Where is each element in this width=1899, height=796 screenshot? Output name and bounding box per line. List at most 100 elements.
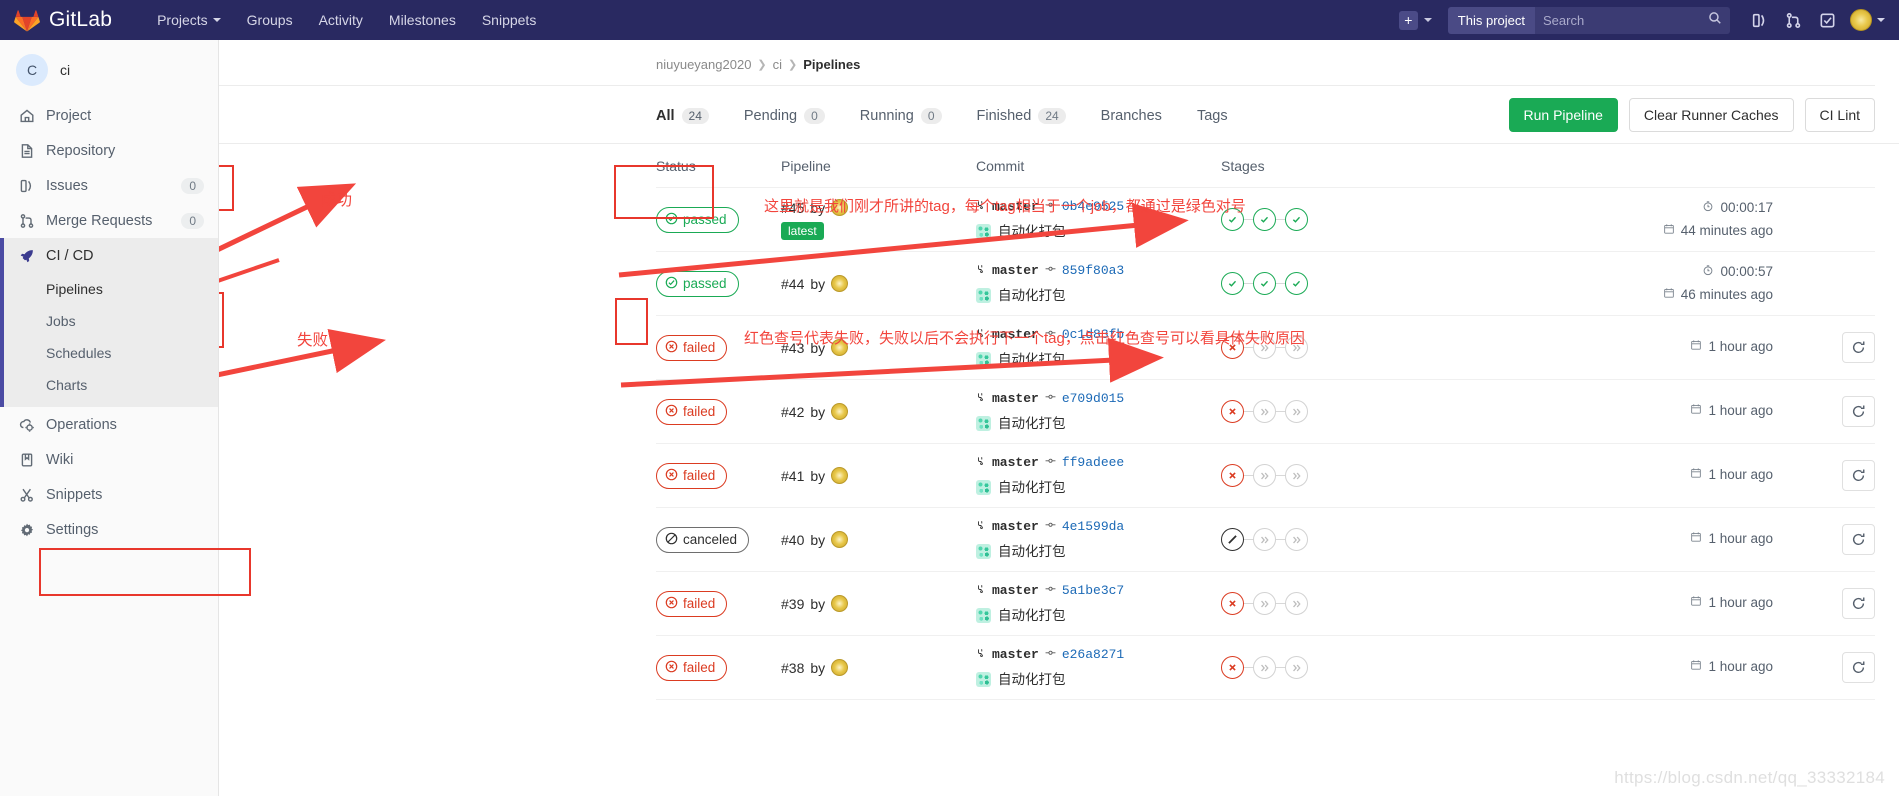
table-row[interactable]: failed #43 by master 0c1d83fb 自动化打包 1 ho… bbox=[656, 316, 1875, 380]
stage-icon-skip[interactable] bbox=[1285, 464, 1308, 487]
table-row[interactable]: canceled #40 by master 4e1599da 自动化打包 1 … bbox=[656, 508, 1875, 572]
sidebar-item-charts[interactable]: Charts bbox=[0, 369, 218, 401]
tab-tags[interactable]: Tags bbox=[1197, 90, 1244, 140]
avatar[interactable] bbox=[831, 531, 849, 548]
commit-message[interactable]: 自动化打包 bbox=[998, 284, 1066, 308]
status-badge[interactable]: failed bbox=[656, 590, 728, 617]
commit-sha[interactable]: e709d015 bbox=[1062, 388, 1124, 411]
stage-icon-ok[interactable] bbox=[1285, 208, 1308, 231]
commit-sha[interactable]: 859f80a3 bbox=[1062, 260, 1124, 283]
avatar[interactable] bbox=[831, 403, 849, 420]
table-row[interactable]: failed #41 by master ff9adeee 自动化打包 1 ho… bbox=[656, 444, 1875, 508]
sidebar-item-repository[interactable]: Repository bbox=[0, 133, 218, 168]
retry-button[interactable] bbox=[1842, 332, 1875, 363]
branch-name[interactable]: master bbox=[992, 388, 1039, 411]
tab-running[interactable]: Running 0 bbox=[860, 90, 958, 140]
retry-button[interactable] bbox=[1842, 524, 1875, 555]
status-badge[interactable]: passed bbox=[656, 206, 739, 233]
retry-button[interactable] bbox=[1842, 396, 1875, 427]
stage-icon-skip[interactable] bbox=[1285, 400, 1308, 423]
avatar[interactable] bbox=[831, 659, 849, 676]
pipeline-id[interactable]: #44 bbox=[781, 276, 804, 292]
commit-sha[interactable]: 5a1be3c7 bbox=[1062, 580, 1124, 603]
nav-todos-icon[interactable] bbox=[1812, 5, 1842, 35]
avatar[interactable] bbox=[976, 479, 991, 495]
search-box[interactable] bbox=[1535, 6, 1730, 34]
table-row[interactable]: failed #38 by master e26a8271 自动化打包 1 ho… bbox=[656, 636, 1875, 700]
table-row[interactable]: passed #44 by master 859f80a3 自动化打包 00:0… bbox=[656, 252, 1875, 316]
nav-link-activity[interactable]: Activity bbox=[306, 3, 376, 37]
new-item-button[interactable]: + bbox=[1391, 10, 1440, 30]
stage-icon-skip[interactable] bbox=[1253, 656, 1276, 679]
commit-message[interactable]: 自动化打包 bbox=[998, 412, 1066, 436]
sidebar-project-header[interactable]: C ci bbox=[0, 40, 218, 98]
commit-message[interactable]: 自动化打包 bbox=[998, 476, 1066, 500]
sidebar-item-operations[interactable]: Operations bbox=[0, 407, 218, 442]
user-menu-button[interactable] bbox=[1846, 5, 1885, 35]
commit-message[interactable]: 自动化打包 bbox=[998, 220, 1066, 244]
nav-merge-requests-icon[interactable] bbox=[1778, 5, 1808, 35]
breadcrumb-owner[interactable]: niuyueyang2020 bbox=[656, 57, 751, 72]
stage-icon-bad[interactable] bbox=[1221, 464, 1244, 487]
avatar[interactable] bbox=[976, 287, 991, 303]
avatar[interactable] bbox=[831, 467, 849, 484]
avatar[interactable] bbox=[976, 415, 991, 431]
pipeline-id[interactable]: #42 bbox=[781, 404, 804, 420]
stage-icon-ok[interactable] bbox=[1253, 208, 1276, 231]
sidebar-item-snippets[interactable]: Snippets bbox=[0, 477, 218, 512]
stage-icon-bad[interactable] bbox=[1221, 400, 1244, 423]
commit-sha[interactable]: ff9adeee bbox=[1062, 452, 1124, 475]
sidebar-item-settings[interactable]: Settings bbox=[0, 512, 218, 547]
sidebar-item-ci-cd[interactable]: CI / CD bbox=[0, 238, 218, 273]
stage-icon-skip[interactable] bbox=[1253, 528, 1276, 551]
stage-icon-skip[interactable] bbox=[1285, 528, 1308, 551]
stage-icon-ok[interactable] bbox=[1253, 272, 1276, 295]
nav-link-projects[interactable]: Projects bbox=[144, 3, 234, 37]
status-badge[interactable]: failed bbox=[656, 334, 728, 361]
branch-name[interactable]: master bbox=[992, 452, 1039, 475]
pipeline-id[interactable]: #40 bbox=[781, 532, 804, 548]
breadcrumb-project[interactable]: ci bbox=[773, 57, 782, 72]
commit-message[interactable]: 自动化打包 bbox=[998, 604, 1066, 628]
commit-sha[interactable]: e26a8271 bbox=[1062, 644, 1124, 667]
avatar[interactable] bbox=[831, 275, 849, 292]
sidebar-item-wiki[interactable]: Wiki bbox=[0, 442, 218, 477]
avatar[interactable] bbox=[976, 543, 991, 559]
status-badge[interactable]: failed bbox=[656, 462, 728, 489]
stage-icon-skip[interactable] bbox=[1285, 656, 1308, 679]
stage-icon-skip[interactable] bbox=[1253, 592, 1276, 615]
stage-icon-skip[interactable] bbox=[1253, 400, 1276, 423]
stage-icon-bad[interactable] bbox=[1221, 592, 1244, 615]
commit-sha[interactable]: 4e1599da bbox=[1062, 516, 1124, 539]
branch-name[interactable]: master bbox=[992, 644, 1039, 667]
nav-link-groups[interactable]: Groups bbox=[234, 3, 306, 37]
stage-icon-cancel[interactable] bbox=[1221, 528, 1244, 551]
sidebar-item-merge-requests[interactable]: Merge Requests 0 bbox=[0, 203, 218, 238]
table-row[interactable]: failed #39 by master 5a1be3c7 自动化打包 1 ho… bbox=[656, 572, 1875, 636]
stage-icon-skip[interactable] bbox=[1253, 464, 1276, 487]
status-badge[interactable]: passed bbox=[656, 270, 739, 297]
run-pipeline-button[interactable]: Run Pipeline bbox=[1508, 97, 1618, 132]
status-badge[interactable]: canceled bbox=[656, 526, 750, 553]
sidebar-item-jobs[interactable]: Jobs bbox=[0, 305, 218, 337]
tab-all[interactable]: All 24 bbox=[656, 90, 725, 140]
pipeline-id[interactable]: #38 bbox=[781, 660, 804, 676]
branch-name[interactable]: master bbox=[992, 516, 1039, 539]
pipeline-id[interactable]: #39 bbox=[781, 596, 804, 612]
commit-message[interactable]: 自动化打包 bbox=[998, 348, 1066, 372]
sidebar-item-schedules[interactable]: Schedules bbox=[0, 337, 218, 369]
sidebar-item-pipelines[interactable]: Pipelines bbox=[0, 273, 218, 305]
nav-issues-icon[interactable] bbox=[1744, 5, 1774, 35]
search-input[interactable] bbox=[1543, 12, 1708, 28]
sidebar-item-project[interactable]: Project bbox=[0, 98, 218, 133]
gitlab-brand[interactable]: GitLab bbox=[14, 7, 112, 33]
stage-icon-ok[interactable] bbox=[1285, 272, 1308, 295]
pipeline-id[interactable]: #41 bbox=[781, 468, 804, 484]
branch-name[interactable]: master bbox=[992, 580, 1039, 603]
tab-pending[interactable]: Pending 0 bbox=[744, 90, 841, 140]
commit-message[interactable]: 自动化打包 bbox=[998, 540, 1066, 564]
branch-name[interactable]: master bbox=[992, 260, 1039, 283]
retry-button[interactable] bbox=[1842, 588, 1875, 619]
stage-icon-bad[interactable] bbox=[1221, 656, 1244, 679]
search-scope-button[interactable]: This project bbox=[1447, 6, 1535, 34]
